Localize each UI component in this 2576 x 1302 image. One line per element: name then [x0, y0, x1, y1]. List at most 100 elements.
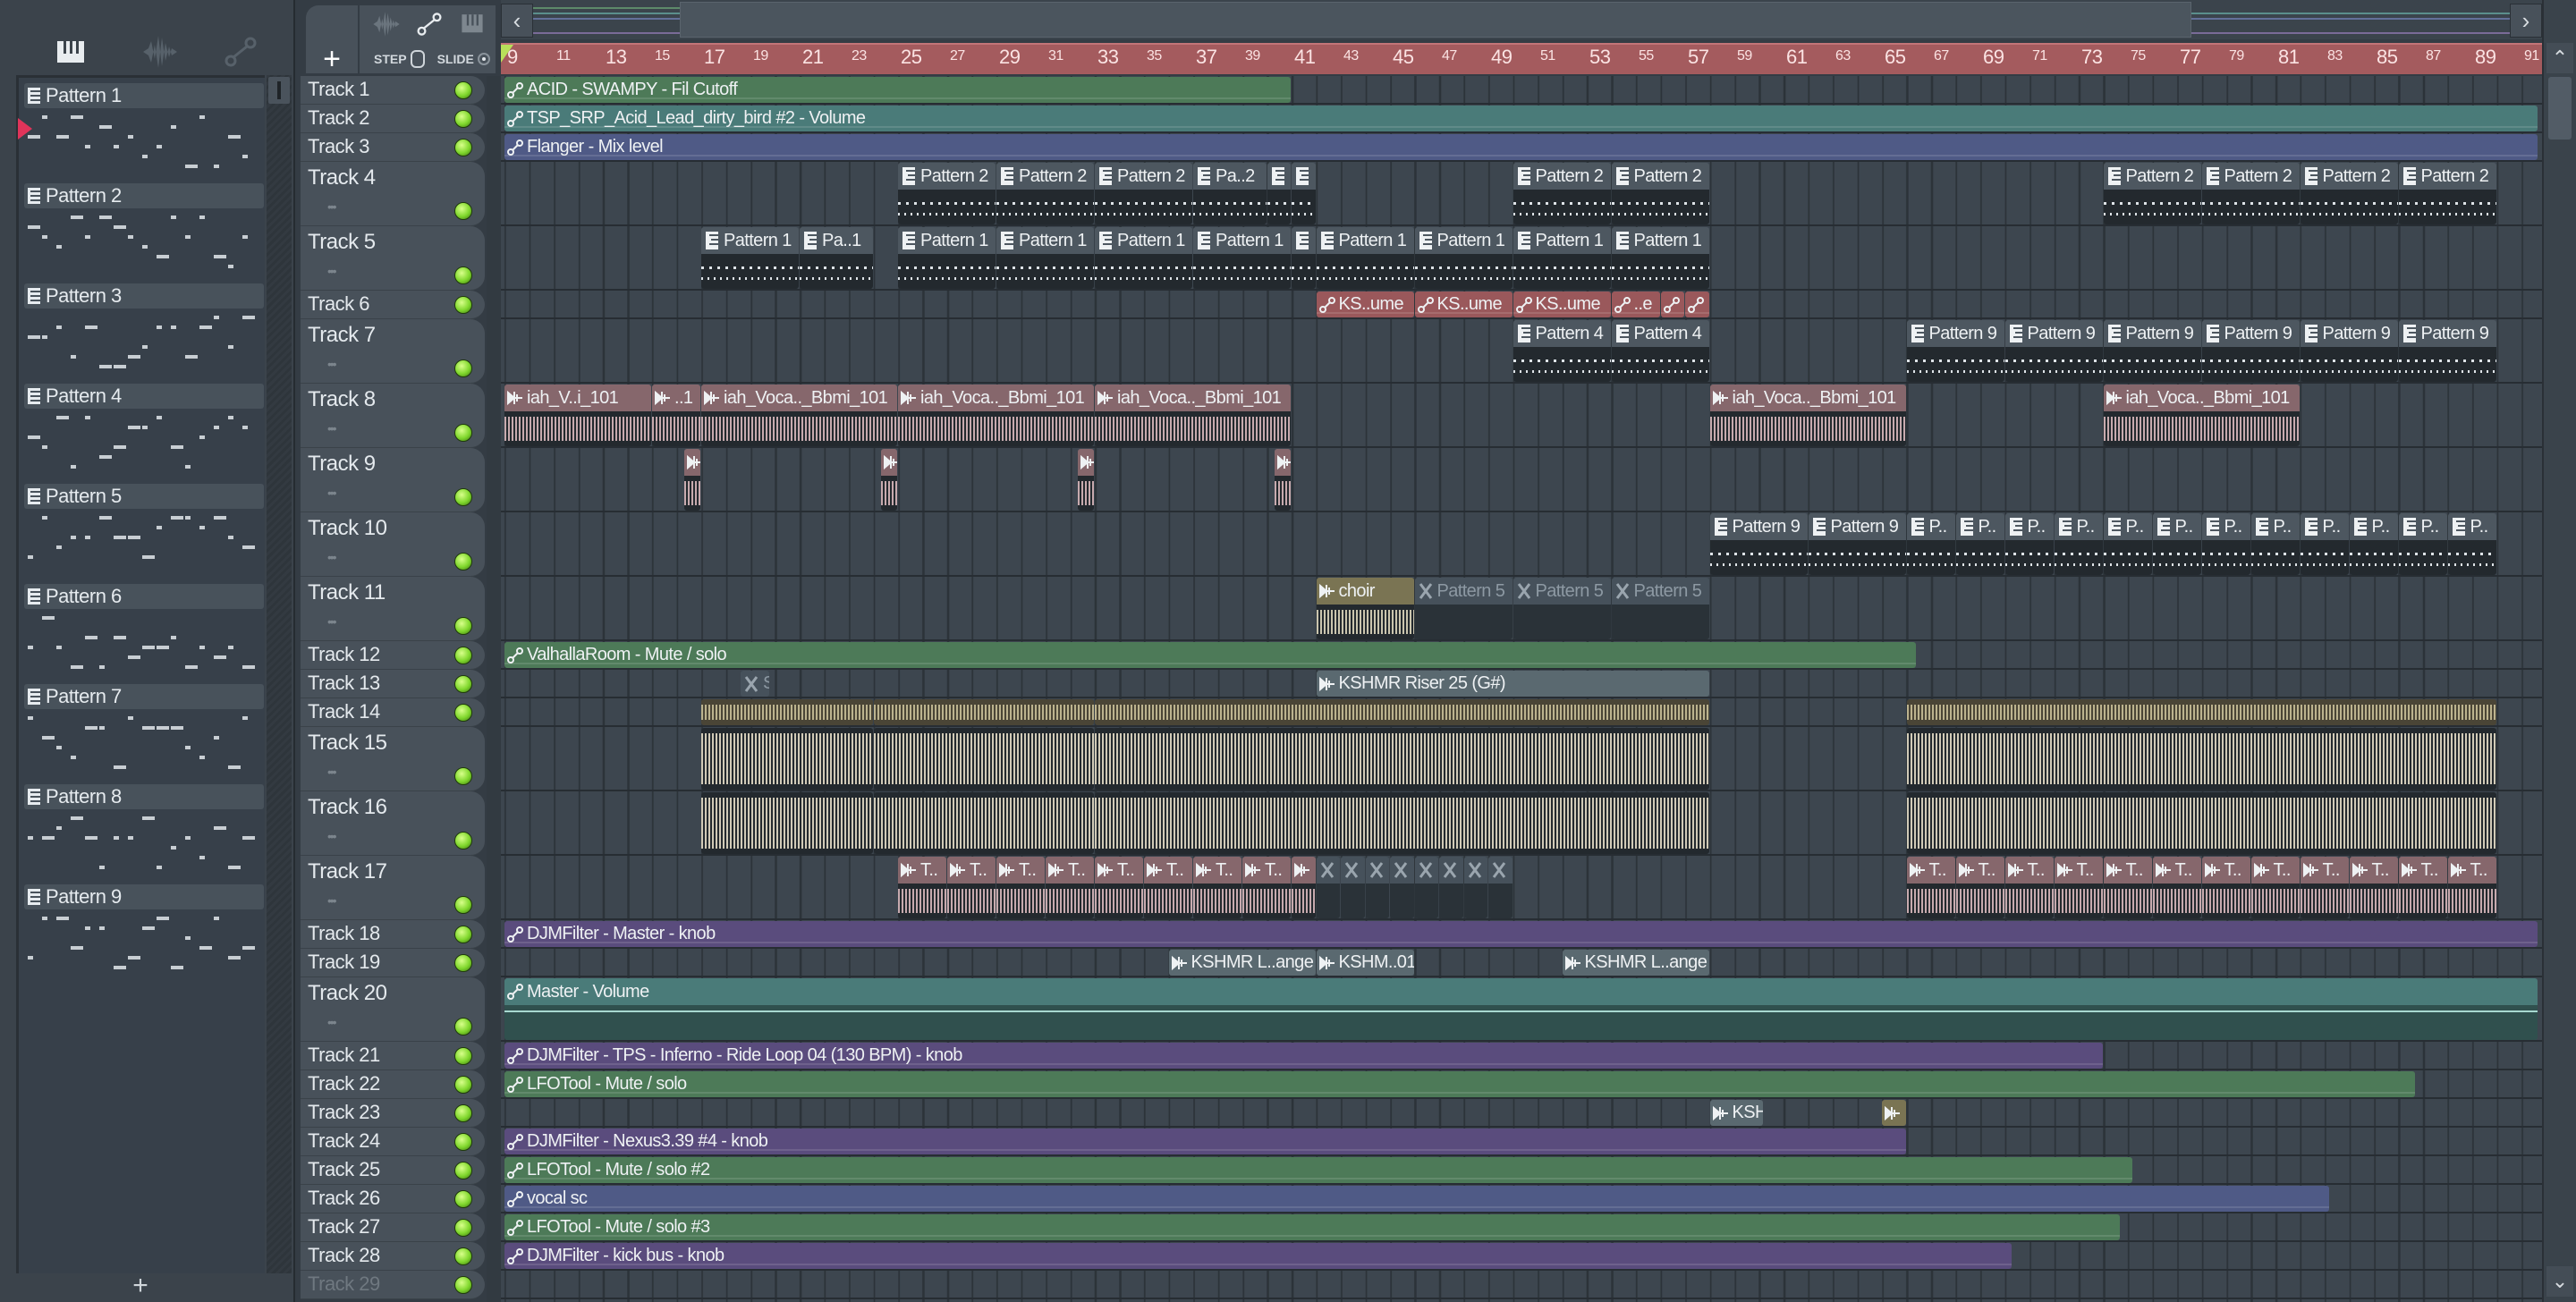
clip-header[interactable]	[1463, 857, 1487, 884]
clip-header[interactable]: T..	[947, 857, 996, 884]
muted-clip[interactable]	[1365, 857, 1389, 918]
track-header[interactable]: Track 26	[301, 1185, 485, 1213]
clip-header[interactable]: T..	[2103, 857, 2152, 884]
track-enable-led[interactable]	[454, 424, 472, 442]
track-options-icon[interactable]: • • •	[327, 614, 337, 629]
track-header[interactable]: Track 24	[301, 1128, 485, 1156]
clip-header[interactable]: T..	[2300, 857, 2349, 884]
track-name[interactable]: Track 13	[308, 672, 380, 695]
track-enable-led[interactable]	[454, 202, 472, 220]
track-enable-led[interactable]	[454, 139, 472, 156]
track-enable-led[interactable]	[454, 488, 472, 506]
clip-header[interactable]: Pattern 5	[1414, 578, 1513, 604]
clip-header[interactable]	[1292, 163, 1316, 190]
track-enable-led[interactable]	[454, 704, 472, 722]
pattern-clip[interactable]: Pattern 9	[2004, 320, 2103, 382]
pattern-clip[interactable]	[1292, 163, 1316, 224]
track-name[interactable]: Track 2	[308, 106, 370, 130]
track-name[interactable]: Track 15	[308, 731, 387, 756]
auto-clip[interactable]: ACID - SWAMPY - Fil Cutoff	[504, 77, 1291, 103]
auto-clip[interactable]: ..e	[1611, 292, 1660, 317]
track-name[interactable]: Track 11	[308, 580, 386, 605]
track-header[interactable]: Track 3	[301, 133, 485, 162]
pattern-clip[interactable]: Pattern 2	[2103, 163, 2201, 224]
pattern-header[interactable]: Pattern 8	[24, 784, 264, 809]
clip-header[interactable]	[1414, 857, 1438, 884]
track-enable-led[interactable]	[454, 553, 472, 571]
track-options-icon[interactable]: • • •	[327, 1015, 337, 1029]
playlist-grid[interactable]: ACID - SWAMPY - Fil Cutoff TSP_SRP_Acid_L…	[501, 76, 2542, 1302]
audio-clip[interactable]: choir	[1316, 578, 1414, 639]
pattern-clip[interactable]: Pattern 4	[1611, 320, 1709, 382]
track-enable-led[interactable]	[454, 767, 472, 785]
clip-header[interactable]: S..	[741, 671, 769, 697]
pattern-item[interactable]: Pattern 3	[24, 283, 264, 384]
auto-clip[interactable]: KS..ume	[1414, 292, 1513, 317]
clip-header[interactable]: Pattern 2	[996, 163, 1094, 190]
track-name[interactable]: Track 26	[308, 1187, 380, 1210]
clip-header[interactable]: Pattern 5	[1611, 578, 1709, 604]
scroll-up-button[interactable]: ⌃	[2546, 43, 2573, 73]
clip-header[interactable]: Pa..1	[800, 227, 873, 254]
clip-header[interactable]: P..	[2349, 513, 2398, 540]
clip-header[interactable]: Pattern 2	[1513, 163, 1611, 190]
auto-clip[interactable]: DJMFilter - Master - knob	[504, 921, 2538, 947]
audio-clip[interactable]: iah_Voca.._Bbmi_101	[2103, 385, 2300, 446]
clip-header[interactable]: T..	[2152, 857, 2201, 884]
clip-header[interactable]	[1341, 857, 1365, 884]
track-header[interactable]: Track 20 • • •	[301, 977, 485, 1042]
audio-clip[interactable]	[1095, 728, 1709, 790]
track-header[interactable]: Track 11 • • •	[301, 577, 485, 641]
pattern-clip[interactable]: Pattern 9	[2398, 320, 2496, 382]
audio-clip[interactable]: T..	[2447, 857, 2496, 918]
audio-clip[interactable]: ..1	[652, 385, 700, 446]
pattern-clip[interactable]: Pattern 2	[996, 163, 1094, 224]
clip-header[interactable]: Pattern 2	[2201, 163, 2300, 190]
pattern-clip[interactable]: Pattern 1	[1414, 227, 1513, 289]
picker-scrollbar[interactable]	[267, 75, 292, 1273]
pattern-clip[interactable]: P..	[2103, 513, 2152, 575]
audio-clip[interactable]: T..	[2004, 857, 2054, 918]
audio-clip[interactable]: T..	[2398, 857, 2447, 918]
audio-clip[interactable]	[701, 792, 873, 854]
audio-clip[interactable]: T..	[2349, 857, 2398, 918]
pattern-clip[interactable]: Pattern 9	[1906, 320, 2004, 382]
pattern-clip[interactable]: Pattern 1	[898, 227, 996, 289]
auto-clip[interactable]	[1660, 292, 1684, 317]
pattern-clip[interactable]: Pattern 2	[1095, 163, 1192, 224]
audio-clip[interactable]	[683, 449, 700, 511]
track-name[interactable]: Track 8	[308, 387, 376, 412]
track-name[interactable]: Track 7	[308, 323, 376, 348]
clip-header[interactable]: T..	[2250, 857, 2300, 884]
clip-header[interactable]: P..	[2250, 513, 2300, 540]
audio-clip[interactable]	[1882, 1100, 1906, 1126]
pattern-clip[interactable]: Pattern 9	[2103, 320, 2201, 382]
clip-header[interactable]: P..	[2004, 513, 2054, 540]
pattern-item[interactable]: Pattern 4	[24, 384, 264, 484]
track-header[interactable]: Track 27	[301, 1213, 485, 1242]
automation-clip-icon[interactable]	[220, 32, 261, 72]
muted-clip[interactable]	[1488, 857, 1513, 918]
track-enable-led[interactable]	[454, 1190, 472, 1208]
auto-clip[interactable]: KS..ume	[1513, 292, 1611, 317]
track-header[interactable]: Track 19	[301, 949, 485, 977]
audio-clip[interactable]	[701, 699, 873, 725]
pattern-header[interactable]: Pattern 5	[24, 484, 264, 509]
clip-header[interactable]: Master - Volume	[504, 978, 2538, 1005]
muted-clip[interactable]	[1414, 857, 1438, 918]
clip-header[interactable]: T..	[2447, 857, 2496, 884]
audio-clip[interactable]: T..	[947, 857, 996, 918]
auto-clip[interactable]	[1685, 292, 1709, 317]
track-name[interactable]: Track 29	[308, 1272, 380, 1296]
clip-header[interactable]	[1488, 857, 1513, 884]
track-name[interactable]: Track 20	[308, 981, 387, 1006]
track-header[interactable]: Track 9 • • •	[301, 448, 485, 512]
audio-clip[interactable]: iah_Voca.._Bbmi_101	[1095, 385, 1291, 446]
track-name[interactable]: Track 25	[308, 1158, 380, 1181]
track-header[interactable]: Track 25	[301, 1156, 485, 1185]
track-name[interactable]: Track 21	[308, 1044, 380, 1067]
clip-header[interactable]: P..	[1906, 513, 1955, 540]
add-pattern-button[interactable]: +	[16, 1272, 265, 1299]
pattern-header[interactable]: Pattern 6	[24, 584, 264, 609]
clip-header[interactable]: T..	[898, 857, 946, 884]
